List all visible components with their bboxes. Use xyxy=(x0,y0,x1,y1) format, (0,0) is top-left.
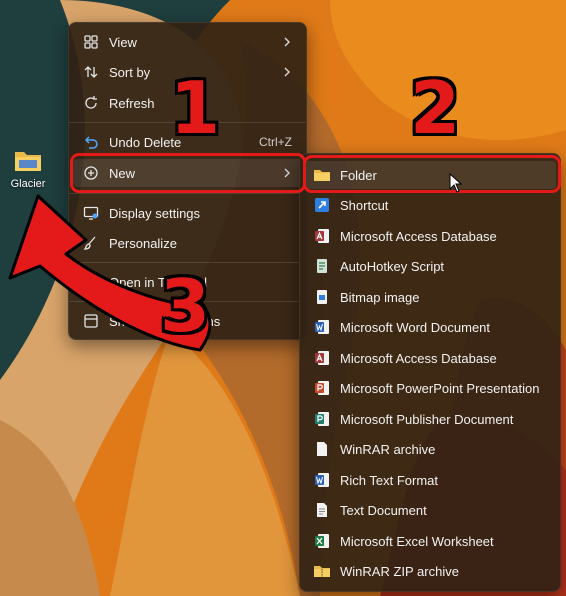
menu-item-view[interactable]: View xyxy=(73,28,302,56)
sort-icon xyxy=(81,62,101,82)
step-number-1: 1 xyxy=(170,66,221,150)
folder-icon xyxy=(15,152,41,171)
grid-icon xyxy=(81,32,101,52)
menu-item-label: View xyxy=(109,34,137,50)
submenu-item-access-database[interactable]: Microsoft Access Database xyxy=(304,222,556,250)
menu-item-label: Folder xyxy=(340,167,377,183)
menu-item-label: Microsoft Word Document xyxy=(340,319,491,335)
menu-item-label: Rich Text Format xyxy=(340,472,439,488)
step-number-2: 2 xyxy=(410,66,461,150)
text-file-icon xyxy=(312,500,332,520)
access-icon xyxy=(312,348,332,368)
submenu-item-winrar-zip-archive[interactable]: WinRAR ZIP archive xyxy=(304,557,556,585)
menu-item-label: Shortcut xyxy=(340,197,389,213)
menu-item-label: Microsoft PowerPoint Presentation xyxy=(340,380,540,396)
submenu-item-text-document[interactable]: Text Document xyxy=(304,496,556,524)
menu-item-label: WinRAR ZIP archive xyxy=(340,563,459,579)
mouse-cursor-icon xyxy=(449,173,463,193)
submenu-item-shortcut[interactable]: Shortcut xyxy=(304,191,556,219)
menu-item-label: Bitmap image xyxy=(340,289,420,305)
word-icon xyxy=(312,317,332,337)
submenu-item-powerpoint-presentation[interactable]: Microsoft PowerPoint Presentation xyxy=(304,374,556,402)
plus-circle-icon xyxy=(81,163,101,183)
menu-item-label: Microsoft Publisher Document xyxy=(340,411,514,427)
submenu-item-winrar-archive[interactable]: WinRAR archive xyxy=(304,435,556,463)
desktop-folder-glacier[interactable]: Glacier xyxy=(6,148,50,190)
file-icon xyxy=(312,439,332,459)
menu-item-label: WinRAR archive xyxy=(340,441,436,457)
chevron-right-icon xyxy=(282,166,292,181)
chevron-right-icon xyxy=(282,65,292,80)
folder-icon xyxy=(312,165,332,185)
word-icon xyxy=(312,470,332,490)
script-icon xyxy=(312,256,332,276)
menu-item-new[interactable]: New xyxy=(73,159,302,187)
chevron-right-icon xyxy=(282,35,292,50)
submenu-item-bitmap-image[interactable]: Bitmap image xyxy=(304,283,556,311)
desktop-icon-label: Glacier xyxy=(10,178,46,190)
submenu-item-autohotkey-script[interactable]: AutoHotkey Script xyxy=(304,252,556,280)
shortcut-icon xyxy=(312,195,332,215)
menu-item-label: Microsoft Access Database xyxy=(340,228,497,244)
menu-item-label: Microsoft Excel Worksheet xyxy=(340,533,494,549)
zip-folder-icon xyxy=(312,561,332,581)
shortcut-text: Ctrl+Z xyxy=(259,135,292,149)
step-number-3: 3 xyxy=(160,264,211,348)
submenu-item-excel-worksheet[interactable]: Microsoft Excel Worksheet xyxy=(304,527,556,555)
refresh-icon xyxy=(81,93,101,113)
excel-icon xyxy=(312,531,332,551)
publisher-icon xyxy=(312,409,332,429)
access-icon xyxy=(312,226,332,246)
submenu-item-rich-text-format[interactable]: Rich Text Format xyxy=(304,466,556,494)
menu-item-label: New xyxy=(109,165,136,181)
submenu-item-access-database-2[interactable]: Microsoft Access Database xyxy=(304,344,556,372)
powerpoint-icon xyxy=(312,378,332,398)
menu-item-label: AutoHotkey Script xyxy=(340,258,445,274)
new-submenu: Folder Shortcut Microsoft Access Databas… xyxy=(299,153,561,592)
submenu-item-word-document[interactable]: Microsoft Word Document xyxy=(304,313,556,341)
undo-icon xyxy=(81,132,101,152)
submenu-item-folder[interactable]: Folder xyxy=(304,161,556,189)
bitmap-icon xyxy=(312,287,332,307)
submenu-item-publisher-document[interactable]: Microsoft Publisher Document xyxy=(304,405,556,433)
menu-item-label: Microsoft Access Database xyxy=(340,350,497,366)
menu-item-label: Text Document xyxy=(340,502,427,518)
